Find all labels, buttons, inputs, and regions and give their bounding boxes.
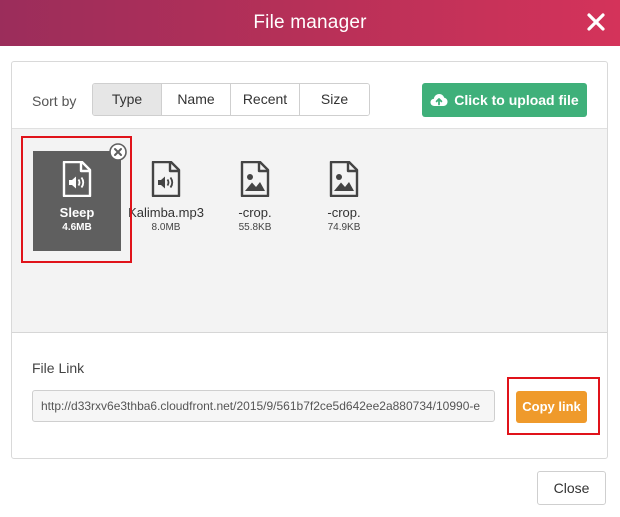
file-tile-crop-1[interactable]: -crop. 55.8KB xyxy=(211,151,299,251)
upload-file-label: Click to upload file xyxy=(454,92,579,108)
file-size: 8.0MB xyxy=(151,222,181,233)
title-bar: File manager xyxy=(0,0,620,46)
file-link-value: http://d33rxv6e3thba6.cloudfront.net/201… xyxy=(41,399,481,413)
audio-file-icon xyxy=(151,161,181,197)
image-file-icon xyxy=(329,161,359,197)
sort-type-button[interactable]: Type xyxy=(93,84,162,115)
sort-options: Type Name Recent Size xyxy=(92,83,370,116)
sort-bar: Sort by Type Name Recent Size Click to u… xyxy=(12,62,607,128)
image-file-icon xyxy=(240,161,270,197)
sort-by-label: Sort by xyxy=(32,93,77,109)
file-grid: Sleep 4.6MB Kalimba.mp3 8.0MB -crop. 55.… xyxy=(12,128,607,333)
close-button[interactable]: Close xyxy=(537,471,606,505)
file-link-input[interactable]: http://d33rxv6e3thba6.cloudfront.net/201… xyxy=(32,390,495,422)
close-icon[interactable] xyxy=(584,10,608,34)
file-name: -crop. xyxy=(327,205,361,220)
copy-link-button[interactable]: Copy link xyxy=(516,391,587,423)
file-size: 55.8KB xyxy=(238,222,272,233)
file-name: -crop. xyxy=(238,205,272,220)
file-tile-sleep[interactable]: Sleep 4.6MB xyxy=(33,143,127,251)
file-tile-crop-2[interactable]: -crop. 74.9KB xyxy=(300,151,388,251)
file-size: 4.6MB xyxy=(62,222,92,233)
upload-file-button[interactable]: Click to upload file xyxy=(422,83,587,117)
file-link-label: File Link xyxy=(32,360,85,376)
sort-size-button[interactable]: Size xyxy=(300,84,369,115)
sort-recent-button[interactable]: Recent xyxy=(231,84,300,115)
sort-name-button[interactable]: Name xyxy=(162,84,231,115)
file-tile-kalimba[interactable]: Kalimba.mp3 8.0MB xyxy=(122,151,210,251)
cloud-upload-icon xyxy=(430,94,448,106)
file-size: 74.9KB xyxy=(327,222,361,233)
window-title: File manager xyxy=(253,12,367,33)
audio-file-icon xyxy=(62,161,92,197)
file-name: Kalimba.mp3 xyxy=(128,205,204,220)
file-name: Sleep xyxy=(59,205,95,220)
file-manager-panel: Sort by Type Name Recent Size Click to u… xyxy=(11,61,608,459)
